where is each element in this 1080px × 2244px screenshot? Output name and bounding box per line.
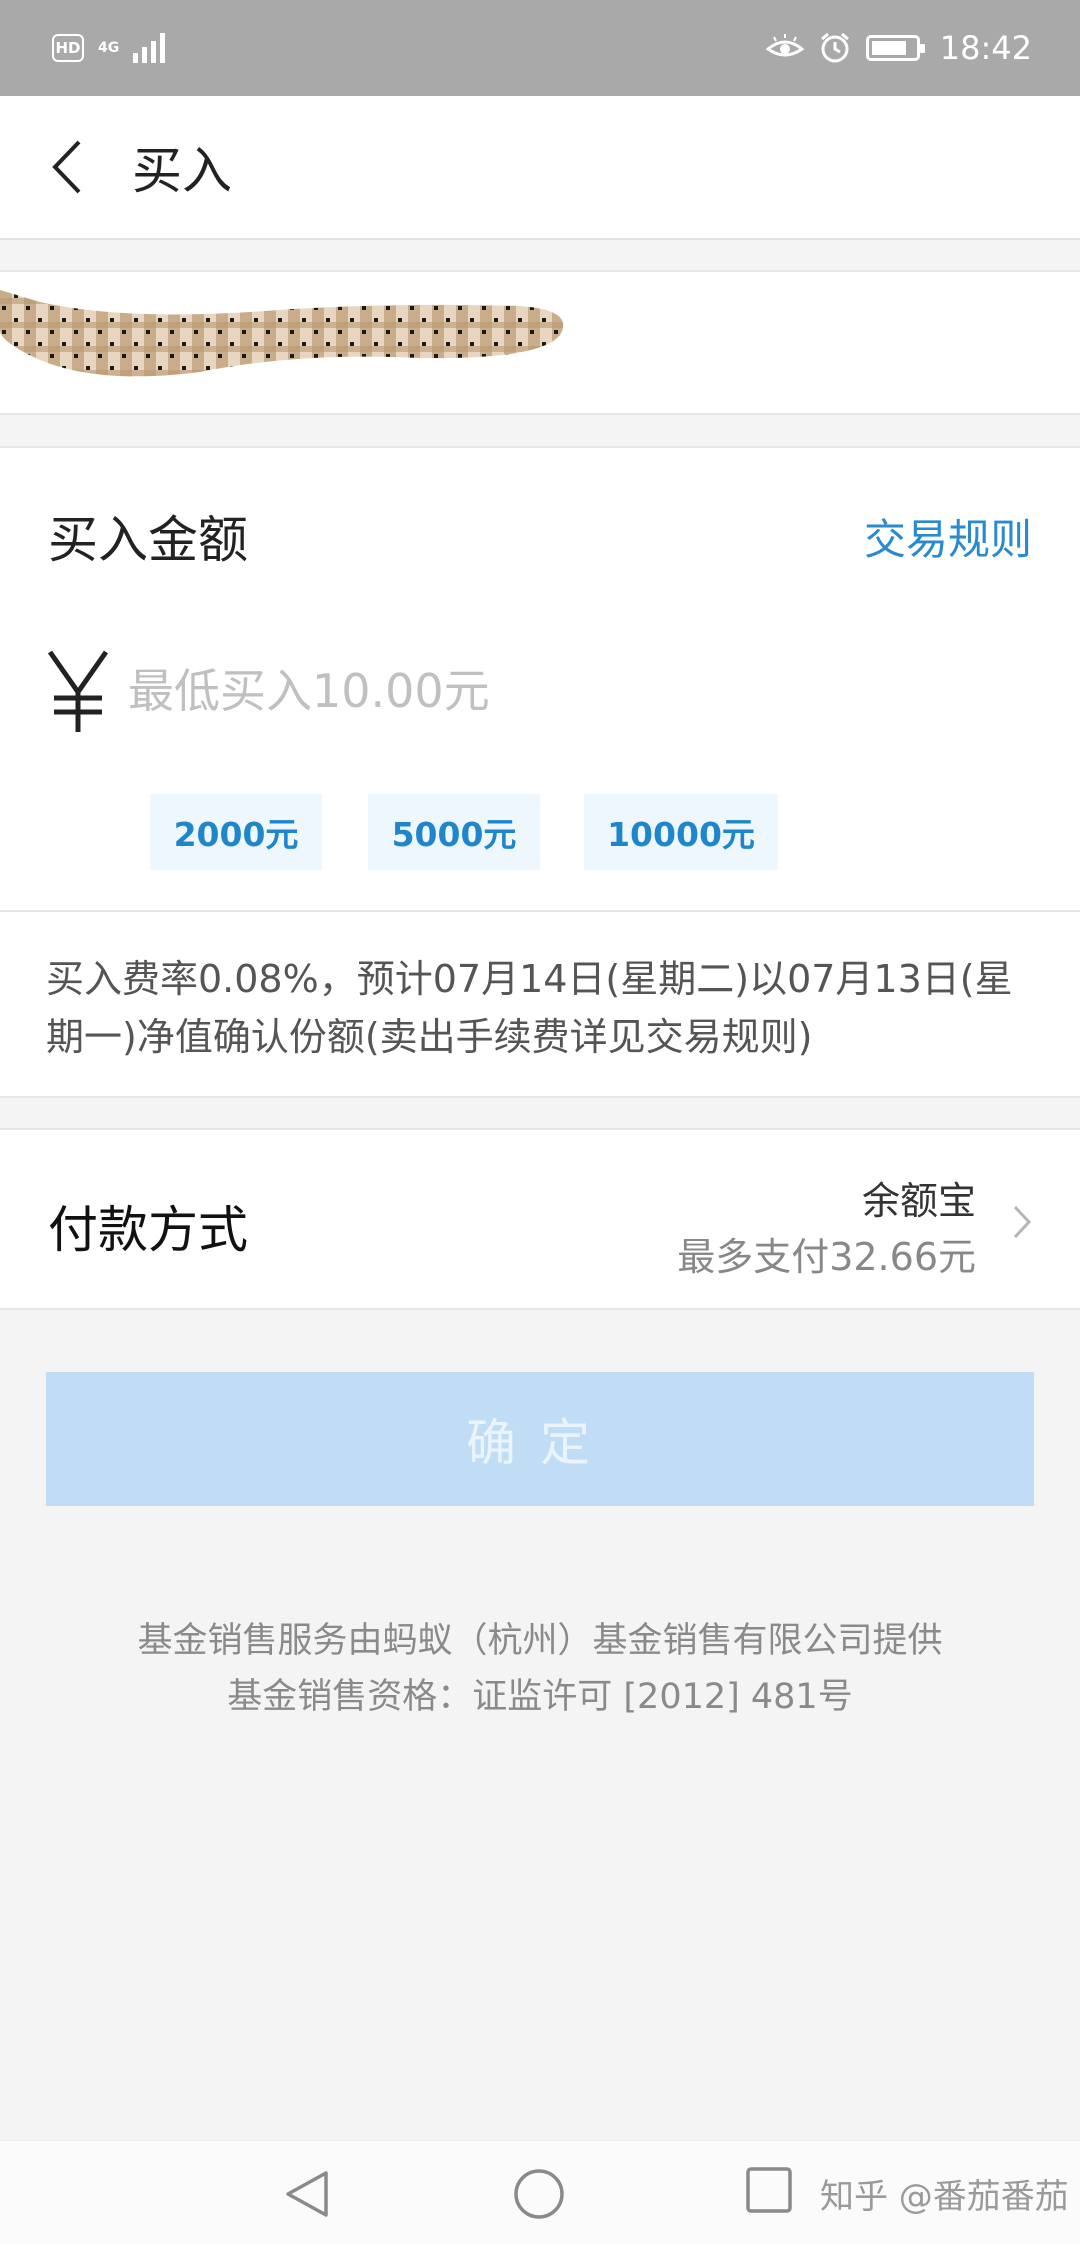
back-button[interactable] [0, 95, 132, 239]
battery-icon [865, 35, 925, 61]
nav-back-icon[interactable] [284, 2169, 330, 2219]
nav-recent-icon[interactable] [744, 2165, 794, 2215]
amount-input[interactable] [128, 656, 988, 726]
fee-note-block: 买入费率0.08%，预计07月14日(星期二)以07月13日(星期一)净值确认份… [0, 912, 1080, 1098]
quick-amount-10000-button[interactable]: 10000元 [584, 794, 778, 870]
quick-amount-2000-button[interactable]: 2000元 [150, 794, 322, 870]
alarm-icon [820, 32, 849, 63]
status-time: 18:42 [939, 29, 1032, 67]
hd-badge: HD [52, 34, 84, 62]
footer-provider-text: 基金销售服务由蚂蚁（杭州）基金销售有限公司提供 [137, 1621, 943, 1661]
nav-home-icon[interactable] [512, 2167, 566, 2221]
status-right: 18:42 [765, 29, 1032, 67]
chevron-right-icon [1013, 1205, 1032, 1239]
network-label: 4G [98, 40, 120, 56]
fee-note: 买入费率0.08%，预计07月14日(星期二)以07月13日(星期一)净值确认份… [46, 957, 1013, 1059]
fund-name-row[interactable] [0, 270, 1080, 415]
payment-limit: 最多支付32.66元 [677, 1235, 976, 1279]
watermark-text: 知乎 @番茄番茄 [820, 2177, 1069, 2217]
redaction-scribble [0, 290, 564, 377]
page-title: 买入 [132, 142, 232, 200]
confirm-button[interactable]: 确定 [46, 1372, 1034, 1506]
system-nav-bar: 知乎 @番茄番茄 [0, 2140, 1080, 2244]
status-bar: HD 4G 18:42 [0, 0, 1080, 96]
top-header: 买入 [0, 96, 1080, 240]
payment-method-row[interactable]: 付款方式 余额宝 最多支付32.66元 [0, 1128, 1080, 1310]
chevron-left-icon [52, 140, 81, 194]
footer-license-text: 基金销售资格：证监许可 [2012] 481号 [227, 1677, 853, 1717]
amount-label: 买入金额 [48, 511, 248, 569]
payment-method-name: 余额宝 [861, 1179, 976, 1223]
signal-icon [133, 33, 166, 63]
quick-amount-5000-button[interactable]: 5000元 [368, 794, 540, 870]
payment-method-label: 付款方式 [48, 1201, 248, 1259]
trade-rules-link[interactable]: 交易规则 [864, 506, 1032, 567]
yen-icon [47, 650, 109, 732]
eye-icon [765, 34, 804, 57]
status-left: HD 4G [52, 33, 166, 63]
